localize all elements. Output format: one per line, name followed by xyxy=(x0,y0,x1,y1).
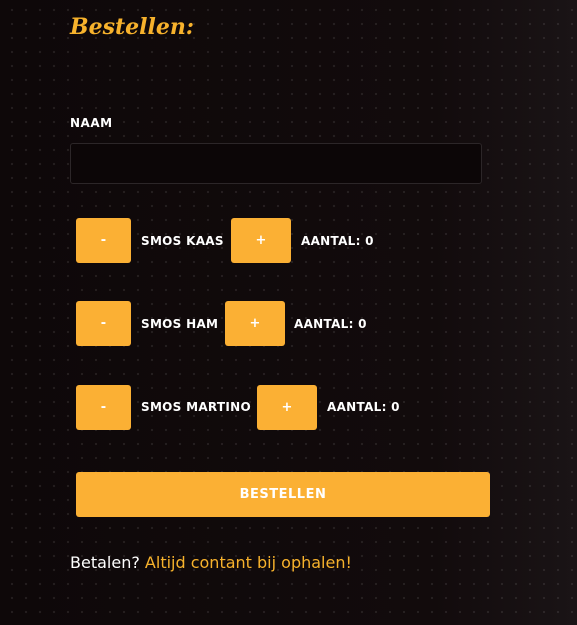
naam-input[interactable] xyxy=(70,143,482,184)
payment-info: Betalen? Altijd contant bij ophalen! xyxy=(70,553,352,572)
smos-ham-label: SMOS HAM xyxy=(141,317,219,331)
smos-martino-minus-button[interactable]: - xyxy=(76,385,131,430)
smos-ham-minus-button[interactable]: - xyxy=(76,301,131,346)
smos-kaas-label: SMOS KAAS xyxy=(141,234,224,248)
smos-kaas-plus-button[interactable]: + xyxy=(231,218,291,263)
smos-martino-count: AANTAL: 0 xyxy=(327,400,400,414)
smos-ham-count: AANTAL: 0 xyxy=(294,317,367,331)
smos-kaas-count: AANTAL: 0 xyxy=(301,234,374,248)
payment-link[interactable]: Altijd contant bij ophalen! xyxy=(145,553,352,572)
bestellen-submit-button[interactable]: BESTELLEN xyxy=(76,472,490,517)
smos-kaas-minus-button[interactable]: - xyxy=(76,218,131,263)
smos-martino-plus-button[interactable]: + xyxy=(257,385,317,430)
smos-martino-label: SMOS MARTINO xyxy=(141,400,252,414)
smos-ham-plus-button[interactable]: + xyxy=(225,301,285,346)
naam-label: NAAM xyxy=(70,116,113,130)
payment-question: Betalen? xyxy=(70,553,140,572)
order-title: Bestellen: xyxy=(70,14,194,40)
